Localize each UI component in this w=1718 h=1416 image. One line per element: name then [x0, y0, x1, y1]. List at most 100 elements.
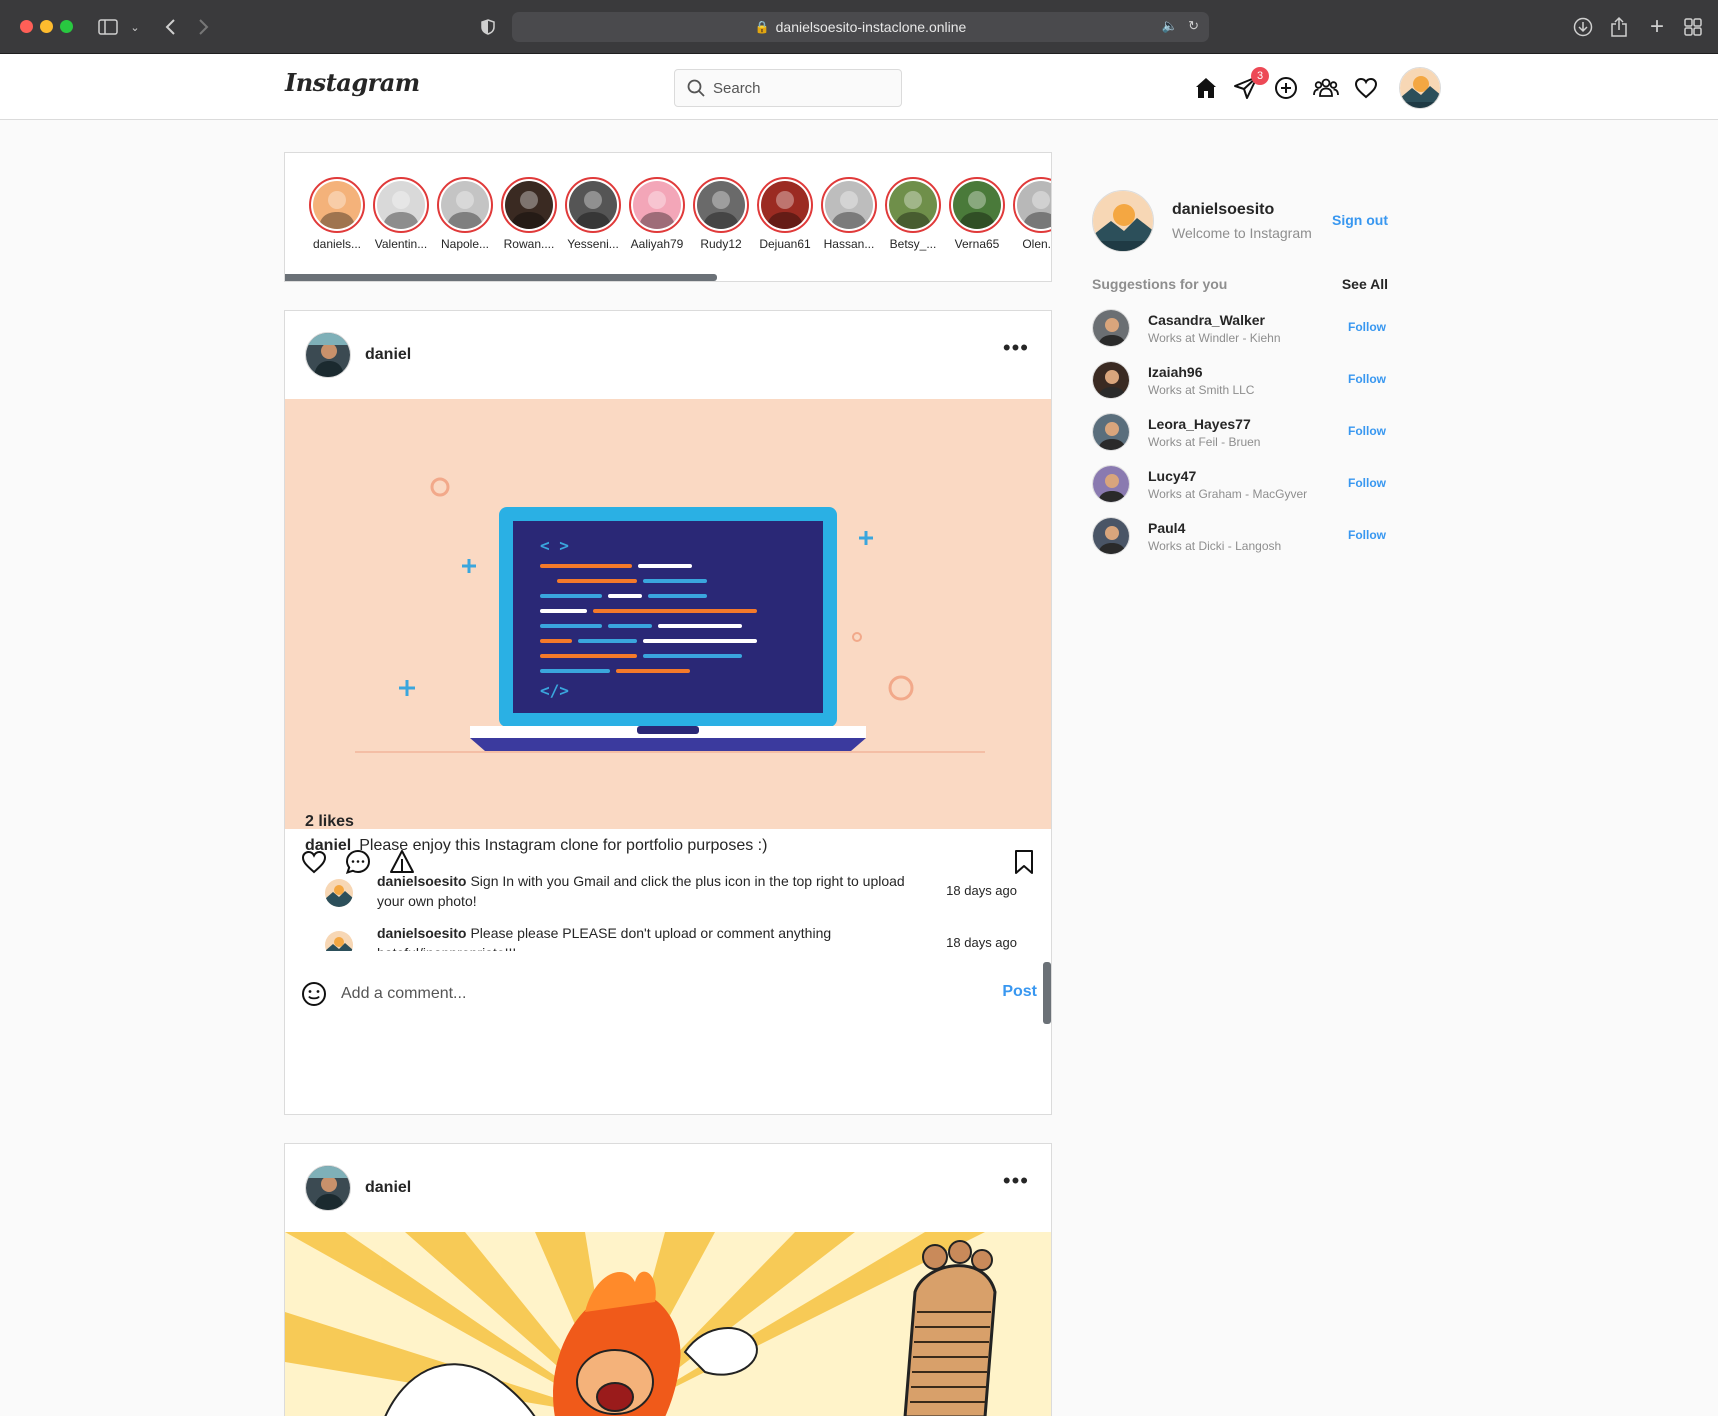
suggestion-avatar[interactable] — [1092, 361, 1130, 399]
story-item[interactable]: Valentin... — [373, 177, 429, 251]
comment-input[interactable] — [341, 985, 961, 1003]
story-ring[interactable] — [949, 177, 1005, 233]
zoom-window-button[interactable] — [60, 20, 73, 33]
post-header: daniel ••• — [285, 1144, 1051, 1232]
instagram-logo[interactable]: Instagram — [285, 68, 420, 97]
anime-illustration — [285, 1232, 1051, 1416]
messages-icon[interactable]: 3 — [1233, 67, 1269, 101]
likes-count[interactable]: 2 likes — [305, 813, 354, 831]
suggestion-avatar[interactable] — [1092, 465, 1130, 503]
story-item[interactable]: Olen.C — [1013, 177, 1051, 251]
story-item[interactable]: daniels... — [309, 177, 365, 251]
story-ring[interactable] — [309, 177, 365, 233]
home-icon[interactable] — [1193, 75, 1219, 101]
emoji-icon[interactable] — [301, 981, 327, 1007]
reload-icon[interactable]: ↻ — [1188, 18, 1199, 34]
comment-avatar[interactable] — [325, 931, 353, 951]
close-window-button[interactable] — [20, 20, 33, 33]
story-ring[interactable] — [501, 177, 557, 233]
suggestion-username[interactable]: Leora_Hayes77 — [1148, 416, 1260, 432]
suggestion-item: Izaiah96 Works at Smith LLC Follow — [1092, 354, 1392, 406]
story-item[interactable]: Aaliyah79 — [629, 177, 685, 251]
story-ring[interactable] — [629, 177, 685, 233]
people-icon[interactable] — [1313, 75, 1339, 101]
stories-scrollbar[interactable] — [285, 274, 717, 281]
share-icon[interactable] — [1608, 14, 1630, 40]
suggestion-info: Izaiah96 Works at Smith LLC — [1148, 364, 1254, 397]
comment-avatar[interactable] — [325, 879, 353, 907]
story-item[interactable]: Yesseni... — [565, 177, 621, 251]
sign-out-button[interactable]: Sign out — [1332, 212, 1388, 228]
comment-author[interactable]: danielsoesito — [377, 925, 466, 941]
minimize-window-button[interactable] — [40, 20, 53, 33]
new-tab-icon[interactable]: + — [1646, 13, 1668, 40]
suggestions-header: Suggestions for you See All — [1092, 276, 1388, 292]
more-options-icon[interactable]: ••• — [1003, 1170, 1029, 1192]
heart-icon[interactable] — [1353, 75, 1379, 101]
suggestion-username[interactable]: Paul4 — [1148, 520, 1281, 536]
chevron-down-icon[interactable]: ⌄ — [128, 14, 142, 40]
follow-button[interactable]: Follow — [1348, 372, 1386, 386]
suggestion-username[interactable]: Izaiah96 — [1148, 364, 1254, 380]
story-username: Betsy_... — [889, 237, 937, 251]
suggestion-username[interactable]: Lucy47 — [1148, 468, 1307, 484]
sidebar-username[interactable]: danielsoesito — [1172, 201, 1312, 219]
post-comment-button[interactable]: Post — [1002, 983, 1037, 1001]
post-author-name[interactable]: daniel — [365, 346, 411, 364]
suggestion-item: Lucy47 Works at Graham - MacGyver Follow — [1092, 458, 1392, 510]
more-options-icon[interactable]: ••• — [1003, 337, 1029, 359]
privacy-shield-icon[interactable] — [478, 14, 498, 40]
sidebar-user-info: danielsoesito Welcome to Instagram — [1172, 201, 1312, 241]
story-item[interactable]: Hassan... — [821, 177, 877, 251]
suggestion-avatar[interactable] — [1092, 517, 1130, 555]
story-item[interactable]: Verna65 — [949, 177, 1005, 251]
post-author-name[interactable]: daniel — [365, 1179, 411, 1197]
story-ring[interactable] — [565, 177, 621, 233]
story-ring[interactable] — [437, 177, 493, 233]
comments-list[interactable]: danielsoesito Sign In with you Gmail and … — [305, 871, 1033, 951]
suggestion-username[interactable]: Casandra_Walker — [1148, 312, 1281, 328]
post-author-avatar[interactable] — [305, 1165, 351, 1211]
back-icon[interactable] — [160, 14, 180, 40]
sidebar-avatar[interactable] — [1092, 190, 1154, 252]
search-input[interactable] — [713, 79, 873, 97]
forward-icon[interactable] — [194, 14, 214, 40]
story-item[interactable]: Rowan.... — [501, 177, 557, 251]
follow-button[interactable]: Follow — [1348, 528, 1386, 542]
suggestion-avatar[interactable] — [1092, 309, 1130, 347]
post-card: daniel ••• — [284, 1143, 1052, 1416]
follow-button[interactable]: Follow — [1348, 424, 1386, 438]
see-all-button[interactable]: See All — [1342, 276, 1388, 292]
post-image[interactable] — [285, 1232, 1051, 1416]
story-ring[interactable] — [821, 177, 877, 233]
search-box[interactable] — [674, 69, 902, 107]
comments-scrollbar[interactable] — [1043, 962, 1051, 1024]
story-username: Olen.C — [1022, 237, 1051, 251]
caption-text: Please enjoy this Instagram clone for po… — [359, 837, 768, 854]
story-item[interactable]: Dejuan61 — [757, 177, 813, 251]
tab-overview-icon[interactable] — [1682, 14, 1704, 40]
follow-button[interactable]: Follow — [1348, 476, 1386, 490]
story-item[interactable]: Betsy_... — [885, 177, 941, 251]
follow-button[interactable]: Follow — [1348, 320, 1386, 334]
post-caption: daniel Please enjoy this Instagram clone … — [305, 837, 767, 855]
caption-author[interactable]: daniel — [305, 837, 351, 854]
story-ring[interactable] — [885, 177, 941, 233]
download-icon[interactable] — [1572, 14, 1594, 40]
story-item[interactable]: Napole... — [437, 177, 493, 251]
suggestion-avatar[interactable] — [1092, 413, 1130, 451]
sidebar-toggle-icon[interactable] — [96, 14, 120, 40]
story-item[interactable]: Rudy12 — [693, 177, 749, 251]
story-ring[interactable] — [373, 177, 429, 233]
story-ring[interactable] — [757, 177, 813, 233]
address-bar[interactable]: 🔒 danielsoesito-instaclone.online 🔈 ↻ — [512, 12, 1209, 42]
post-image[interactable]: < > </> — [285, 399, 1051, 829]
story-avatar — [505, 181, 553, 229]
story-ring[interactable] — [693, 177, 749, 233]
post-author-avatar[interactable] — [305, 332, 351, 378]
speaker-icon[interactable]: 🔈 — [1162, 18, 1178, 34]
profile-avatar[interactable] — [1399, 67, 1441, 109]
add-post-icon[interactable] — [1273, 75, 1299, 101]
story-ring[interactable] — [1013, 177, 1051, 233]
comment-author[interactable]: danielsoesito — [377, 873, 466, 889]
